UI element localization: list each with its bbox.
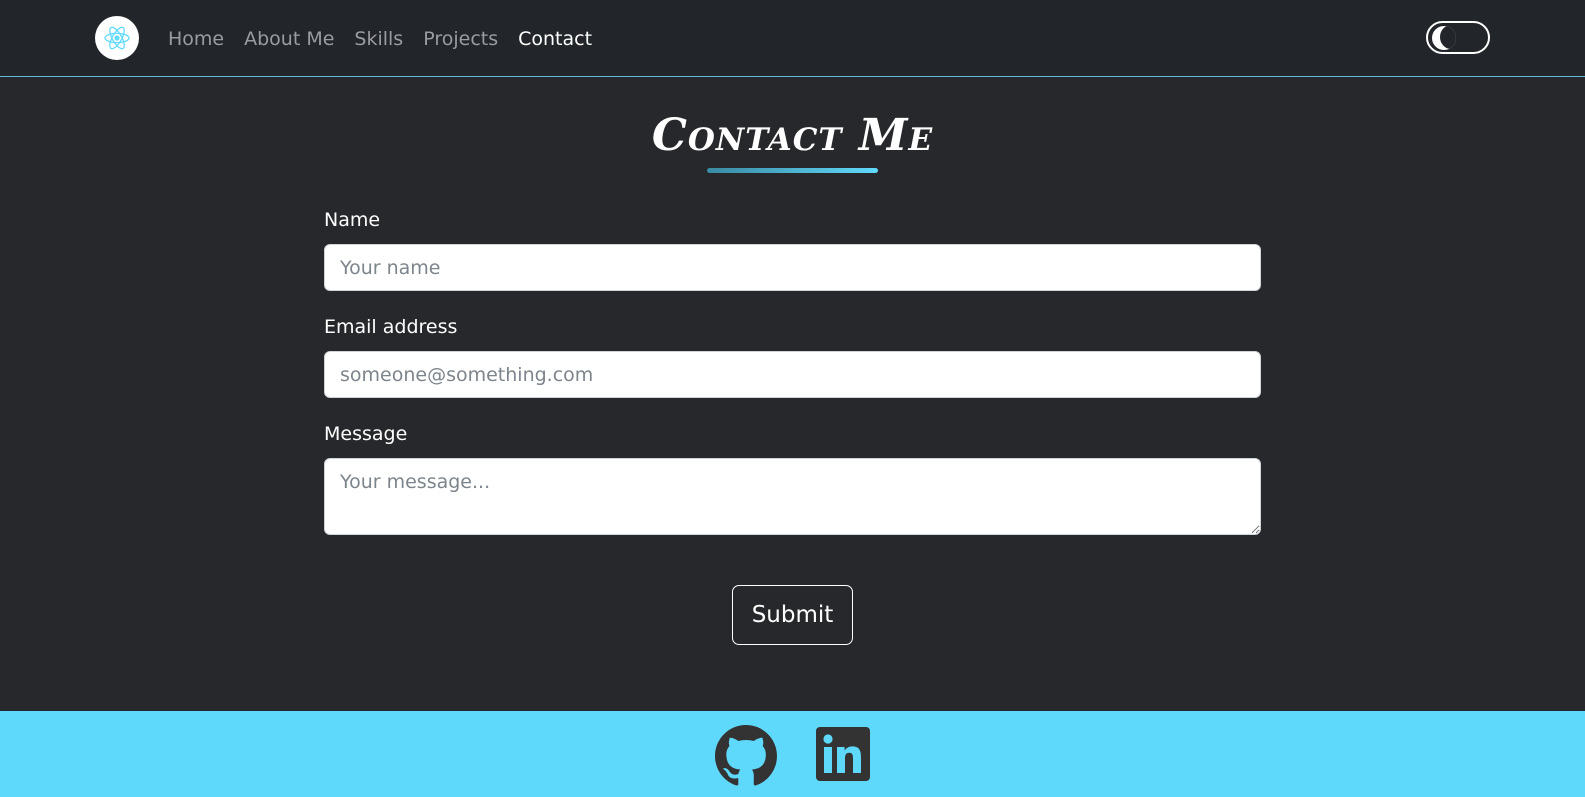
github-icon bbox=[715, 725, 777, 786]
nav-link-skills[interactable]: Skills bbox=[354, 25, 403, 53]
react-atom-icon bbox=[104, 26, 130, 50]
footer bbox=[0, 711, 1585, 797]
nav-links: Home About Me Skills Projects Contact bbox=[168, 25, 612, 53]
name-label: Name bbox=[324, 209, 381, 231]
name-input[interactable] bbox=[324, 244, 1261, 291]
nav-link-about-me[interactable]: About Me bbox=[244, 25, 334, 53]
email-input[interactable] bbox=[324, 351, 1261, 398]
linkedin-link[interactable] bbox=[816, 727, 870, 785]
linkedin-icon bbox=[816, 727, 870, 781]
theme-toggle[interactable] bbox=[1426, 21, 1490, 54]
nav-link-projects[interactable]: Projects bbox=[423, 25, 498, 53]
moon-icon bbox=[1432, 26, 1456, 50]
submit-button[interactable]: Submit bbox=[732, 585, 853, 645]
email-label: Email address bbox=[324, 316, 458, 338]
nav-link-home[interactable]: Home bbox=[168, 25, 224, 53]
title-underline bbox=[707, 168, 878, 173]
navbar: Home About Me Skills Projects Contact bbox=[0, 0, 1585, 77]
message-label: Message bbox=[324, 423, 408, 445]
message-textarea[interactable] bbox=[324, 458, 1261, 535]
nav-link-contact[interactable]: Contact bbox=[518, 25, 592, 53]
page-title: Contact Me bbox=[651, 110, 934, 161]
github-link[interactable] bbox=[715, 725, 777, 791]
logo[interactable] bbox=[95, 16, 139, 60]
